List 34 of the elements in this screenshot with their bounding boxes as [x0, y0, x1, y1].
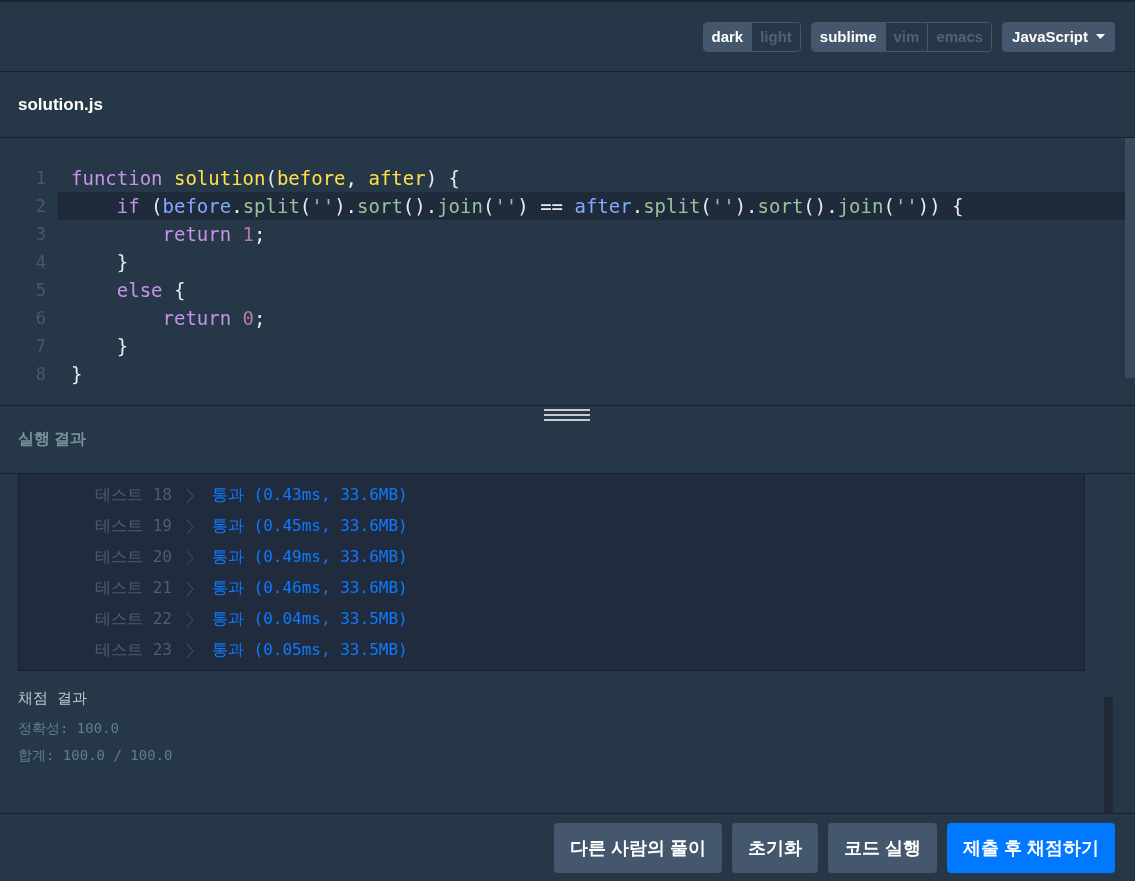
grading-line: 합계: 100.0 / 100.0: [18, 747, 174, 765]
section-title: 실행 결과: [18, 429, 87, 449]
chevron-icon: [185, 549, 194, 566]
caret-icon: [1096, 34, 1105, 39]
scrollbar[interactable]: [1125, 138, 1135, 378]
action-button[interactable]: 제출 후 채점하기: [947, 822, 1115, 873]
test-result: 통과 (0.05ms, 33.5MB): [211, 640, 408, 661]
keymap-toggle-option[interactable]: sublime: [811, 22, 885, 51]
action-button[interactable]: 다른 사람의 풀이: [553, 822, 722, 873]
test-result: 통과 (0.45ms, 33.6MB): [211, 516, 408, 537]
theme-toggle-option[interactable]: dark: [703, 22, 752, 51]
test-result: 통과 (0.04ms, 33.5MB): [211, 609, 408, 630]
chevron-icon: [185, 580, 194, 597]
chevron-icon: [185, 487, 194, 504]
grading-title: 채점 결과: [18, 689, 89, 708]
file-tab[interactable]: solution.js: [18, 94, 103, 115]
chevron-icon: [185, 611, 194, 628]
chevron-icon: [185, 518, 194, 535]
resize-handle-icon[interactable]: [544, 409, 590, 421]
code-line: return 1;: [161, 222, 267, 247]
code-line: }: [70, 362, 84, 387]
test-result: 통과 (0.46ms, 33.6MB): [211, 578, 408, 599]
code-line: function solution(before, after) {: [70, 166, 461, 191]
language-dropdown[interactable]: JavaScript: [1002, 21, 1115, 52]
chevron-icon: [185, 642, 194, 659]
action-button[interactable]: 초기화: [731, 822, 818, 873]
code-line: return 0;: [161, 306, 267, 331]
test-result: 통과 (0.43ms, 33.6MB): [211, 485, 408, 506]
code-line: }: [115, 250, 130, 275]
grading-line: 정확성: 100.0: [18, 720, 120, 738]
code-line: else {: [115, 278, 187, 303]
code-line: }: [115, 334, 130, 359]
test-result: 통과 (0.49ms, 33.6MB): [211, 547, 408, 568]
action-button[interactable]: 코드 실행: [827, 822, 937, 873]
